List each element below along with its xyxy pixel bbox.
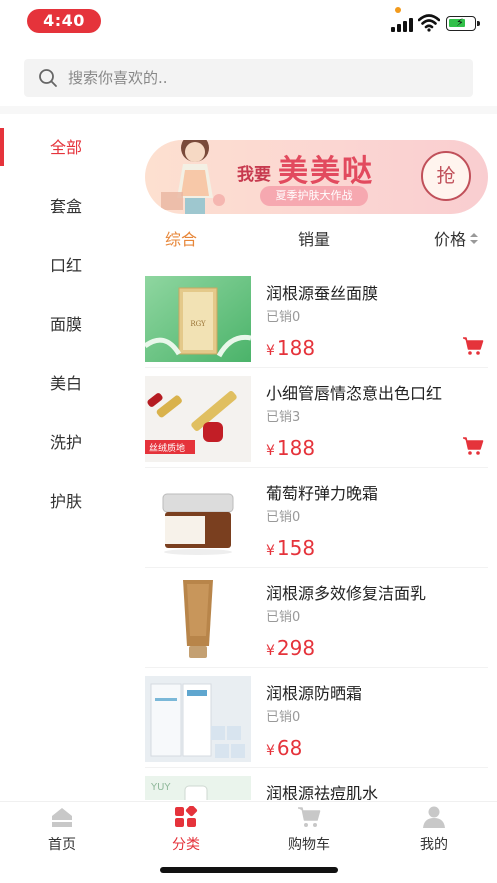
banner-subtitle: 夏季护肤大作战 <box>260 186 368 206</box>
product-item[interactable]: 丝绒质地 小细管唇情恣意出色口红 已销3 ¥188 <box>145 368 488 468</box>
product-sold: 已销0 <box>266 610 301 625</box>
sidebar-item-lipstick[interactable]: 口红 <box>0 236 132 295</box>
home-indicator <box>160 867 338 873</box>
product-image-caption: 丝绒质地 <box>149 442 185 454</box>
status-time: 4:40 <box>27 9 101 33</box>
add-to-cart-icon[interactable] <box>462 436 484 456</box>
profile-icon <box>423 806 445 828</box>
tab-label: 首页 <box>48 837 76 853</box>
price-value: 68 <box>276 736 303 760</box>
cart-icon <box>298 807 321 827</box>
status-bar: 4:40 ⚡ <box>0 0 497 44</box>
product-image-toner: YUY <box>145 776 251 800</box>
grab-button[interactable]: 抢 <box>421 151 471 201</box>
product-item[interactable]: 润根源多效修复洁面乳 已销0 ¥298 <box>145 568 488 668</box>
category-sidebar: 全部 套盒 口红 面膜 美白 洗护 护肤 <box>0 118 132 531</box>
signal-icon <box>391 18 413 32</box>
product-name: 润根源防晒霜 <box>266 684 363 703</box>
product-sold: 已销0 <box>266 310 301 325</box>
banner-title-small: 我要 <box>237 165 271 185</box>
product-price: ¥158 <box>266 536 315 560</box>
currency-symbol: ¥ <box>266 443 275 459</box>
tab-category[interactable]: 分类 <box>141 806 231 854</box>
sort-arrows-icon <box>470 232 479 245</box>
product-name: 小细管唇情恣意出色口红 <box>266 384 443 403</box>
product-sold: 已销0 <box>266 710 301 725</box>
wifi-icon <box>418 14 440 32</box>
sidebar-item-cleansing[interactable]: 洗护 <box>0 413 132 472</box>
sidebar-item-all[interactable]: 全部 <box>0 118 132 177</box>
sort-tab-default[interactable]: 综合 <box>165 222 197 258</box>
tab-profile[interactable]: 我的 <box>389 806 479 854</box>
promo-banner[interactable]: 我要 美美哒 夏季护肤大作战 抢 <box>145 140 488 214</box>
product-item[interactable]: RGY 润根源蚕丝面膜 已销0 ¥188 <box>145 268 488 368</box>
sidebar-item-masks[interactable]: 面膜 <box>0 295 132 354</box>
currency-symbol: ¥ <box>266 643 275 659</box>
bottom-tab-bar: 首页 分类 购物车 我的 <box>0 801 497 861</box>
sort-tab-sales[interactable]: 销量 <box>298 222 330 258</box>
product-price: ¥298 <box>266 636 315 660</box>
product-list: RGY 润根源蚕丝面膜 已销0 ¥188 丝绒质地 小细管唇情恣意出色口红 已销… <box>145 268 488 800</box>
sidebar-item-whitening[interactable]: 美白 <box>0 354 132 413</box>
product-price: ¥68 <box>266 736 302 760</box>
sort-tab-price-label: 价格 <box>434 230 467 249</box>
product-name: 润根源蚕丝面膜 <box>266 284 379 303</box>
product-item[interactable]: 润根源防晒霜 已销0 ¥68 <box>145 668 488 768</box>
product-name: 润根源祛痘肌水 <box>266 784 379 800</box>
price-value: 158 <box>276 536 316 560</box>
sort-tab-price[interactable]: 价格 <box>434 222 479 258</box>
banner-title-large: 美美哒 <box>278 154 374 189</box>
product-item[interactable]: YUY 润根源祛痘肌水 <box>145 768 488 800</box>
sort-bar: 综合 销量 价格 <box>145 222 488 258</box>
product-name: 葡萄籽弹力晚霜 <box>266 484 379 503</box>
product-item[interactable]: 葡萄籽弹力晚霜 已销0 ¥158 <box>145 468 488 568</box>
tab-label: 购物车 <box>288 837 330 853</box>
product-sold: 已销0 <box>266 510 301 525</box>
search-icon <box>39 69 57 87</box>
product-image-silk-mask: RGY <box>145 276 251 362</box>
currency-symbol: ¥ <box>266 543 275 559</box>
tab-label: 分类 <box>172 837 200 853</box>
product-price: ¥188 <box>266 436 315 460</box>
recording-indicator-icon <box>395 7 401 13</box>
product-price: ¥188 <box>266 336 315 360</box>
header-divider <box>0 106 497 114</box>
search-bar[interactable] <box>24 59 473 97</box>
currency-symbol: ¥ <box>266 743 275 759</box>
price-value: 298 <box>276 636 316 660</box>
product-image-sunscreen <box>145 676 251 762</box>
add-to-cart-icon[interactable] <box>462 336 484 356</box>
svg-text:YUY: YUY <box>150 782 171 793</box>
sidebar-item-skincare[interactable]: 护肤 <box>0 472 132 531</box>
battery-icon: ⚡ <box>446 16 480 31</box>
product-image-lipstick: 丝绒质地 <box>145 376 251 462</box>
sidebar-item-sets[interactable]: 套盒 <box>0 177 132 236</box>
price-value: 188 <box>276 436 316 460</box>
tab-home[interactable]: 首页 <box>17 806 107 854</box>
product-name: 润根源多效修复洁面乳 <box>266 584 427 603</box>
tab-label: 我的 <box>420 837 448 853</box>
product-image-cream-jar <box>145 476 251 562</box>
price-value: 188 <box>276 336 316 360</box>
currency-symbol: ¥ <box>266 343 275 359</box>
search-input[interactable] <box>68 59 458 97</box>
svg-text:RGY: RGY <box>190 320 206 328</box>
product-image-cleanser-tube <box>145 576 251 662</box>
tab-cart[interactable]: 购物车 <box>264 806 354 854</box>
product-sold: 已销3 <box>266 410 301 425</box>
home-icon <box>52 808 72 827</box>
girl-illustration-icon <box>161 140 225 214</box>
category-icon <box>175 806 198 827</box>
